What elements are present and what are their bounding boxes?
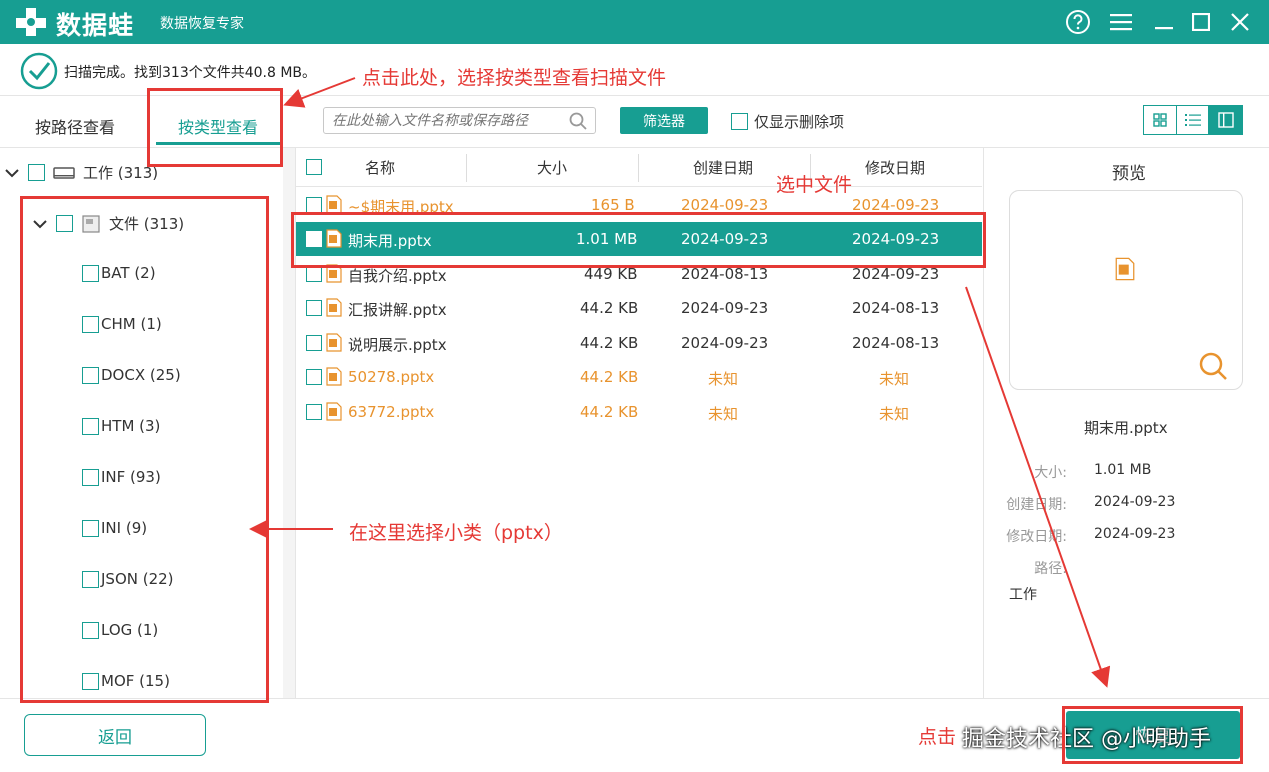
list-view-button[interactable] xyxy=(1177,106,1210,134)
row-modified: 未知 xyxy=(879,370,910,388)
preview-modified: 2024-09-23 xyxy=(1094,526,1176,542)
search-icon[interactable] xyxy=(569,112,587,130)
row-modified: 未知 xyxy=(879,405,910,423)
chevron-down-icon[interactable] xyxy=(4,165,20,181)
drive-icon xyxy=(53,166,75,179)
preview-size-label: 大小: xyxy=(1034,465,1067,481)
table-row[interactable]: 说明展示.pptx 44.2 KB 2024-09-23 2024-08-13 xyxy=(296,326,982,360)
pptx-file-icon xyxy=(326,402,342,421)
preview-size: 1.01 MB xyxy=(1094,462,1152,478)
column-header-created[interactable]: 创建日期 xyxy=(693,148,753,186)
column-header-modified[interactable]: 修改日期 xyxy=(865,148,925,186)
tree-root[interactable]: 工作 (313) xyxy=(4,162,158,183)
scan-status-text: 扫描完成。找到313个文件共40.8 MB。 xyxy=(64,65,317,81)
row-size: 44.2 KB xyxy=(580,368,639,386)
row-size: 44.2 KB xyxy=(580,403,639,421)
preview-path: 工作 xyxy=(1009,587,1037,603)
row-checkbox[interactable] xyxy=(306,300,322,316)
annotation-click-recover: 点击 xyxy=(918,726,957,748)
deleted-only-label: 仅显示删除项 xyxy=(754,113,845,131)
row-name: 自我介绍.pptx xyxy=(348,267,447,285)
maximize-icon[interactable] xyxy=(1187,8,1215,36)
row-created: 2024-09-23 xyxy=(681,334,769,352)
list-view-icon xyxy=(1184,114,1201,126)
detail-view-icon xyxy=(1217,112,1234,128)
annotation-box-row xyxy=(291,212,986,268)
annotation-select-file: 选中文件 xyxy=(776,174,853,196)
row-created: 未知 xyxy=(708,370,739,388)
annotation-box-recover xyxy=(1062,706,1243,764)
select-all-checkbox[interactable] xyxy=(306,159,322,175)
annotation-tab-hint: 点击此处，选择按类型查看扫描文件 xyxy=(362,67,667,89)
filter-button[interactable]: 筛选器 xyxy=(620,107,708,134)
preview-panel: 预览 期末用.pptx 大小: 1.01 MB 创建日期: 2024-09-23… xyxy=(983,148,1269,698)
column-divider xyxy=(466,154,467,182)
preview-created-label: 创建日期: xyxy=(1006,497,1067,513)
row-name: 63772.pptx xyxy=(348,403,435,421)
column-header-name[interactable]: 名称 xyxy=(365,148,395,186)
row-created: 未知 xyxy=(708,405,739,423)
column-divider xyxy=(638,154,639,182)
zoom-icon[interactable] xyxy=(1198,351,1228,381)
pptx-file-icon xyxy=(326,333,342,352)
row-modified: 2024-08-13 xyxy=(852,299,940,317)
search-input[interactable] xyxy=(332,111,562,131)
row-checkbox[interactable] xyxy=(306,266,322,282)
row-checkbox[interactable] xyxy=(306,335,322,351)
row-size: 44.2 KB xyxy=(580,299,639,317)
preview-title: 预览 xyxy=(1112,164,1146,184)
minimize-icon[interactable] xyxy=(1150,8,1178,36)
tree-root-checkbox[interactable] xyxy=(28,164,45,181)
grid-view-icon xyxy=(1153,113,1167,127)
deleted-only-checkbox[interactable] xyxy=(731,113,748,130)
title-bar: 数据蛙 数据恢复专家 xyxy=(0,0,1269,44)
menu-icon[interactable] xyxy=(1107,8,1135,36)
deleted-only-toggle[interactable]: 仅显示删除项 xyxy=(731,111,844,132)
annotation-box-tab xyxy=(147,88,283,167)
row-name: 说明展示.pptx xyxy=(348,336,447,354)
table-row[interactable]: 汇报讲解.pptx 44.2 KB 2024-09-23 2024-08-13 xyxy=(296,291,982,325)
row-checkbox[interactable] xyxy=(306,197,322,213)
row-checkbox[interactable] xyxy=(306,369,322,385)
preview-path-label: 路径: xyxy=(1034,561,1067,577)
table-header-divider xyxy=(296,186,982,187)
tab-by-path[interactable]: 按路径查看 xyxy=(35,114,115,138)
preview-file-name: 期末用.pptx xyxy=(1084,419,1168,437)
help-icon[interactable] xyxy=(1064,8,1092,36)
table-row[interactable]: 63772.pptx 44.2 KB 未知 未知 xyxy=(296,395,982,429)
search-box[interactable] xyxy=(323,107,596,134)
row-name: 汇报讲解.pptx xyxy=(348,301,447,319)
row-name: 50278.pptx xyxy=(348,368,435,386)
app-name: 数据蛙 xyxy=(56,11,135,40)
annotation-select-type: 在这里选择小类（pptx） xyxy=(349,522,563,544)
row-checkbox[interactable] xyxy=(306,404,322,420)
pptx-file-icon xyxy=(1115,257,1135,281)
pptx-file-icon xyxy=(326,367,342,386)
row-modified: 2024-08-13 xyxy=(852,334,940,352)
preview-modified-label: 修改日期: xyxy=(1006,529,1067,545)
annotation-box-types xyxy=(20,196,269,703)
check-circle-icon xyxy=(20,52,58,90)
column-header-size[interactable]: 大小 xyxy=(537,148,567,186)
detail-view-button[interactable] xyxy=(1209,106,1242,134)
back-button[interactable]: 返回 xyxy=(24,714,206,756)
table-row[interactable]: 50278.pptx 44.2 KB 未知 未知 xyxy=(296,360,982,394)
app-subtitle: 数据恢复专家 xyxy=(160,16,244,32)
pptx-file-icon xyxy=(326,298,342,317)
grid-view-button[interactable] xyxy=(1144,106,1177,134)
row-created: 2024-09-23 xyxy=(681,299,769,317)
row-size: 44.2 KB xyxy=(580,334,639,352)
preview-created: 2024-09-23 xyxy=(1094,494,1176,510)
view-mode-group xyxy=(1143,105,1243,135)
close-icon[interactable] xyxy=(1226,8,1254,36)
app-logo-icon xyxy=(16,8,46,36)
preview-box xyxy=(1009,190,1243,390)
